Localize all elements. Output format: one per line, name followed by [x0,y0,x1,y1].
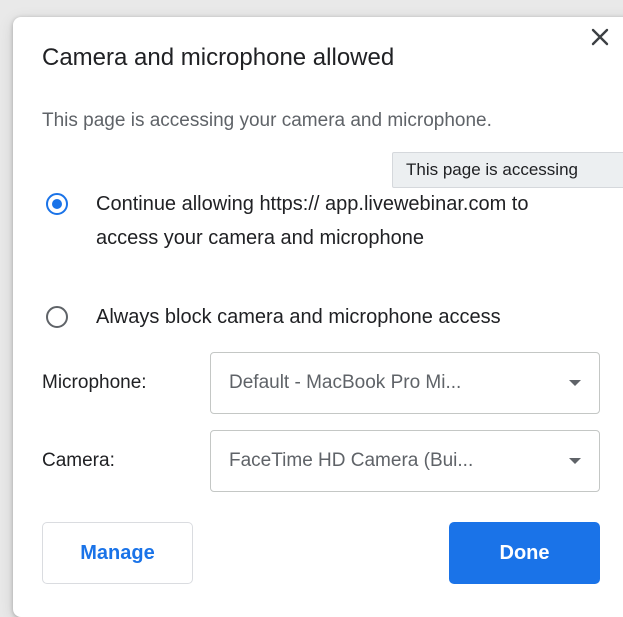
dialog-title: Camera and microphone allowed [42,44,395,71]
microphone-label: Microphone: [42,372,147,393]
tooltip: This page is accessing [392,152,623,188]
microphone-select-value: Default - MacBook Pro Mi... [229,372,462,393]
close-button[interactable] [587,24,613,50]
microphone-select[interactable]: Default - MacBook Pro Mi... [210,352,600,414]
camera-label: Camera: [42,450,115,471]
manage-button[interactable]: Manage [42,522,193,584]
dialog-description: This page is accessing your camera and m… [42,110,492,131]
close-icon [591,28,609,46]
radio-continue-allowing[interactable] [46,193,68,215]
chevron-down-icon [569,458,581,464]
camera-select[interactable]: FaceTime HD Camera (Bui... [210,430,600,492]
camera-select-value: FaceTime HD Camera (Bui... [229,450,474,471]
radio-always-block[interactable] [46,306,68,328]
chevron-down-icon [569,380,581,386]
done-button[interactable]: Done [449,522,600,584]
radio-label-continue-allowing[interactable]: Continue allowing https:// app.livewebin… [96,187,596,255]
radio-label-always-block[interactable]: Always block camera and microphone acces… [96,300,616,334]
